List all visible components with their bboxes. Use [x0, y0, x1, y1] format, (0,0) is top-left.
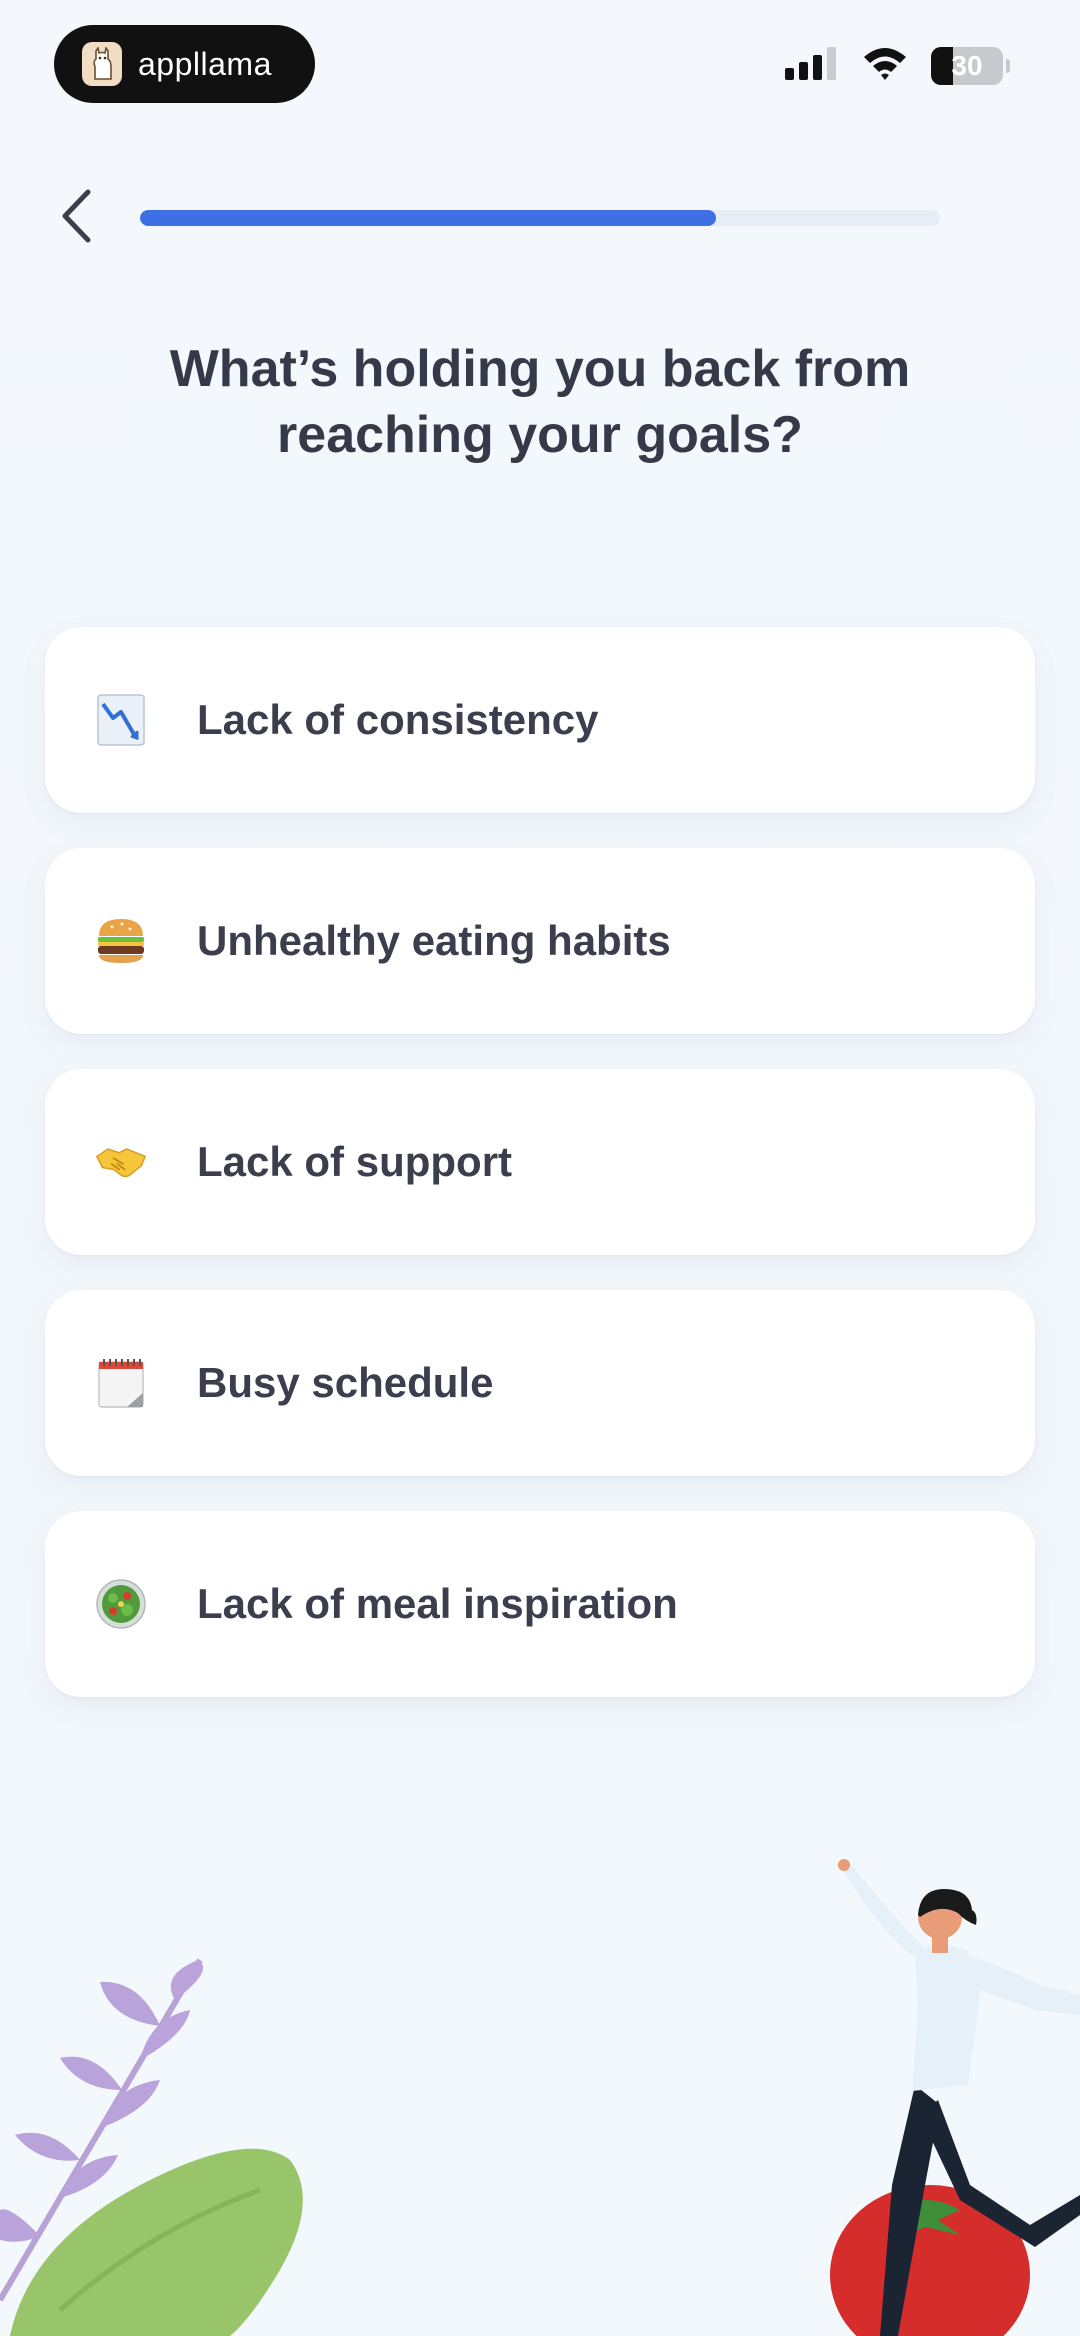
- progress-fill: [140, 210, 716, 226]
- option-lack-of-consistency[interactable]: Lack of consistency: [45, 627, 1035, 813]
- battery-icon: 30: [931, 46, 1003, 85]
- option-lack-of-meal-inspiration[interactable]: Lack of meal inspiration: [45, 1511, 1035, 1697]
- brand-name: appllama: [138, 45, 272, 82]
- option-label: Lack of consistency: [197, 696, 599, 743]
- brand-pill: appllama: [54, 25, 315, 103]
- screen: appllama 30 What’s holding you back from…: [0, 0, 1080, 2336]
- llama-logo-icon: [82, 42, 122, 86]
- hamburger-icon: [95, 915, 147, 967]
- progress-bar: [140, 210, 940, 226]
- battery-cap: [1006, 58, 1010, 73]
- option-label: Lack of support: [197, 1138, 513, 1185]
- status-icons: 30: [783, 45, 1010, 86]
- battery-fill: [931, 46, 953, 85]
- woman-on-tomato-illustration: [830, 1859, 1080, 2336]
- handshake-icon: [95, 1136, 147, 1188]
- salad-icon: [95, 1578, 147, 1630]
- option-busy-schedule[interactable]: Busy schedule: [45, 1290, 1035, 1476]
- chevron-left-icon: [59, 188, 93, 249]
- calendar-icon: [95, 1357, 147, 1409]
- battery-level: 30: [951, 49, 983, 81]
- option-label: Unhealthy eating habits: [197, 917, 671, 964]
- back-button[interactable]: [48, 186, 104, 250]
- option-label: Busy schedule: [197, 1359, 494, 1406]
- option-label: Lack of meal inspiration: [197, 1580, 678, 1627]
- status-bar: appllama 30: [0, 0, 1080, 120]
- chart-decreasing-icon: [95, 694, 147, 746]
- wifi-icon: [861, 45, 909, 86]
- question-title: What’s holding you back from reaching yo…: [169, 340, 911, 464]
- option-lack-of-support[interactable]: Lack of support: [45, 1069, 1035, 1255]
- option-unhealthy-eating-habits[interactable]: Unhealthy eating habits: [45, 848, 1035, 1034]
- options-list: Lack of consistency Unhealthy eating hab…: [45, 627, 1035, 1732]
- signal-icon: [783, 46, 839, 85]
- plant-illustration: [0, 1958, 303, 2336]
